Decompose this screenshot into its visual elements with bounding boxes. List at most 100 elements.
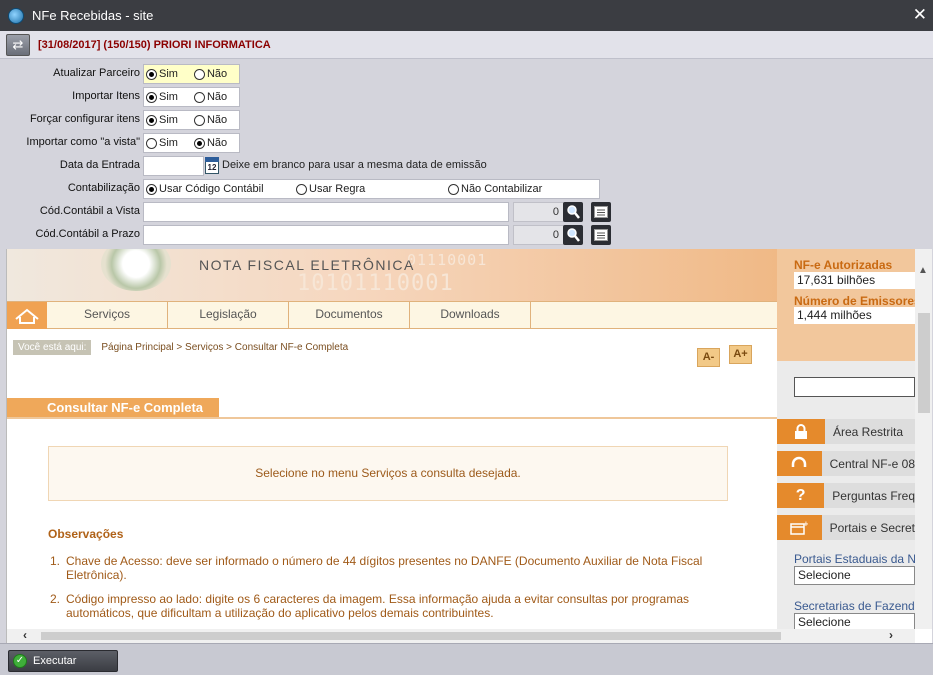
- nav-documentos[interactable]: Documentos: [289, 302, 410, 329]
- secretarias-fazenda-select[interactable]: Selecione: [794, 613, 915, 629]
- cod-vista-input[interactable]: [143, 202, 509, 222]
- importar-vista-nao[interactable]: Não: [193, 137, 227, 149]
- perguntas-frequentes-button[interactable]: ? Perguntas Freq: [777, 483, 915, 508]
- scrollbar-thumb[interactable]: [41, 632, 781, 640]
- importar-itens-nao[interactable]: Não: [193, 91, 227, 103]
- window-title: NFe Recebidas - site: [32, 8, 154, 23]
- breadcrumb-path[interactable]: Página Principal > Serviços > Consultar …: [101, 342, 348, 353]
- contabilizacao-radio-group: Usar Código Contábil Usar Regra Não Cont…: [143, 179, 600, 199]
- importar-vista-sim[interactable]: Sim: [146, 137, 178, 149]
- execute-button[interactable]: ✓ Executar: [8, 650, 118, 672]
- nav-servicos[interactable]: Serviços: [47, 302, 168, 329]
- radio-icon[interactable]: [146, 137, 157, 149]
- forcar-configurar-nao[interactable]: Não: [193, 114, 227, 126]
- radio-icon[interactable]: [193, 68, 205, 80]
- importar-itens-radio-group: Sim Não: [143, 87, 240, 107]
- stat-emissores-label: Número de Emissores: [794, 294, 915, 308]
- site-navbar: Serviços Legislação Documentos Downloads: [7, 301, 777, 329]
- sidebar-search-input[interactable]: [794, 377, 915, 397]
- footer-bar: ✓ Executar: [0, 643, 933, 675]
- swap-arrows-icon[interactable]: ⇄: [6, 33, 30, 56]
- scroll-right-icon[interactable]: ›: [889, 628, 893, 642]
- cod-prazo-input[interactable]: [143, 225, 509, 245]
- font-decrease-button[interactable]: A-: [697, 348, 720, 367]
- portais-estaduais-label: Portais Estaduais da N: [794, 552, 915, 566]
- atualizar-parceiro-radio-group: Sim Não: [143, 64, 240, 84]
- search-icon[interactable]: [563, 202, 583, 222]
- observacoes-list: 1. Chave de Acesso: deve ser informado o…: [50, 554, 740, 630]
- banner-binary: 10101110001: [297, 271, 454, 296]
- lock-icon: [777, 419, 825, 444]
- banner-title: NOTA FISCAL ELETRÔNICA: [199, 257, 415, 273]
- horizontal-scrollbar[interactable]: ‹ ›: [7, 628, 915, 643]
- font-increase-button[interactable]: A+: [729, 345, 752, 364]
- area-restrita-button[interactable]: Área Restrita: [777, 419, 915, 444]
- atualizar-parceiro-nao[interactable]: Não: [193, 68, 227, 80]
- row-cod-prazo: Cód.Contábil a Prazo 0: [0, 225, 933, 245]
- secretarias-fazenda-label: Secretarias de Fazenda: [794, 599, 915, 613]
- scroll-left-icon[interactable]: ‹: [23, 628, 27, 642]
- headset-icon: [777, 451, 822, 476]
- portais-secretarias-button[interactable]: + Portais e Secret: [777, 515, 915, 540]
- central-nfe-button[interactable]: Central NF-e 08: [777, 451, 915, 476]
- radio-icon[interactable]: [146, 183, 157, 195]
- header-strip: ⇄ [31/08/2017] (150/150) PRIORI INFORMAT…: [0, 31, 933, 59]
- section-title: Consultar NF-e Completa: [7, 398, 219, 418]
- scroll-up-icon[interactable]: ▲: [918, 265, 930, 276]
- radio-icon[interactable]: [193, 137, 205, 149]
- cod-vista-number[interactable]: 0: [513, 202, 564, 222]
- search-icon[interactable]: [563, 225, 583, 245]
- nfe-logo: [101, 249, 171, 291]
- cod-prazo-number[interactable]: 0: [513, 225, 564, 245]
- importar-itens-sim[interactable]: Sim: [146, 91, 178, 103]
- close-icon[interactable]: ✕: [913, 6, 927, 24]
- contabilizacao-codigo[interactable]: Usar Código Contábil: [146, 183, 294, 195]
- svg-text:+: +: [803, 521, 808, 528]
- company-label: [31/08/2017] (150/150) PRIORI INFORMATIC…: [38, 38, 271, 51]
- window-titlebar: NFe Recebidas - site ✕: [0, 0, 933, 31]
- question-icon: ?: [777, 483, 825, 508]
- data-entrada-label: Data da Entrada: [59, 159, 140, 171]
- radio-icon[interactable]: [448, 183, 459, 195]
- atualizar-parceiro-label: Atualizar Parceiro: [53, 67, 140, 79]
- contabilizacao-label: Contabilização: [67, 182, 140, 194]
- list-item: 1. Chave de Acesso: deve ser informado o…: [50, 554, 703, 582]
- portais-estaduais-select[interactable]: Selecione: [794, 566, 915, 585]
- radio-icon[interactable]: [193, 114, 205, 126]
- forcar-configurar-sim[interactable]: Sim: [146, 114, 178, 126]
- stat-emissores-value: 1,444 milhões: [794, 307, 915, 324]
- nav-downloads[interactable]: Downloads: [410, 302, 531, 329]
- radio-icon[interactable]: [193, 91, 205, 103]
- app-logo-icon: [8, 7, 24, 24]
- import-options-form: Atualizar Parceiro Sim Não Importar Iten…: [0, 59, 933, 249]
- list-icon[interactable]: [591, 202, 611, 222]
- nfe-banner: 10101110001 01110001 NOTA FISCAL ELETRÔN…: [7, 249, 777, 301]
- calendar-icon[interactable]: 12: [205, 157, 219, 174]
- scrollbar-thumb[interactable]: [918, 313, 930, 413]
- breadcrumb-tag: Você está aqui:: [13, 340, 92, 355]
- embedded-browser[interactable]: 10101110001 01110001 NOTA FISCAL ELETRÔN…: [6, 249, 932, 643]
- importar-itens-label: Importar Itens: [72, 90, 140, 102]
- nav-legislacao[interactable]: Legislação: [168, 302, 289, 329]
- data-entrada-input[interactable]: [143, 156, 204, 176]
- importar-vista-radio-group: Sim Não: [143, 133, 240, 153]
- row-contabilizacao: Contabilização Usar Código Contábil Usar…: [0, 179, 933, 199]
- home-icon[interactable]: [7, 302, 47, 329]
- cod-vista-label: Cód.Contábil a Vista: [39, 205, 140, 217]
- atualizar-parceiro-sim[interactable]: Sim: [146, 68, 178, 80]
- row-cod-vista: Cód.Contábil a Vista 0: [0, 202, 933, 222]
- list-icon[interactable]: [591, 225, 611, 245]
- radio-icon[interactable]: [146, 68, 157, 80]
- radio-icon[interactable]: [146, 114, 157, 126]
- radio-icon[interactable]: [146, 91, 157, 103]
- site-sidebar: NF-e Autorizadas 17,631 bilhões Número d…: [777, 249, 915, 629]
- section-divider: [7, 417, 777, 419]
- contabilizacao-nao[interactable]: Não Contabilizar: [448, 183, 542, 195]
- forcar-configurar-radio-group: Sim Não: [143, 110, 240, 130]
- vertical-scrollbar[interactable]: ▲: [915, 249, 932, 629]
- stat-autorizadas-value: 17,631 bilhões: [794, 272, 915, 289]
- radio-icon[interactable]: [296, 183, 307, 195]
- contabilizacao-regra[interactable]: Usar Regra: [296, 183, 446, 195]
- list-item: 2. Código impresso ao lado: digite os 6 …: [50, 592, 689, 620]
- importar-vista-label: Importar como "a vista": [26, 136, 140, 148]
